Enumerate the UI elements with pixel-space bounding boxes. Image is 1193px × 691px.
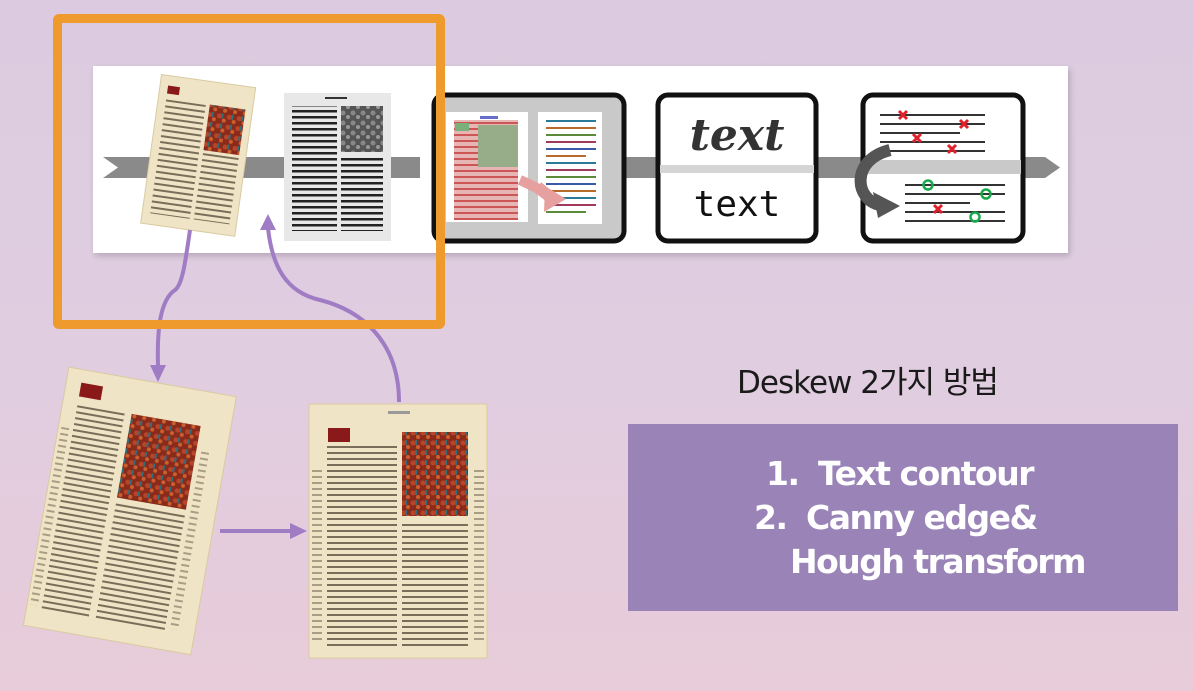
deskew-title: Deskew 2가지 방법: [737, 365, 999, 401]
method-label: Hough transform: [790, 542, 1087, 581]
correction-panel: [854, 92, 1026, 244]
ocr-text-panel: text text: [655, 92, 819, 244]
method-label: Text contour: [818, 454, 1035, 493]
method-item-1: 1. Text contour: [766, 454, 1035, 493]
methods-box: 1. Text contour 2. Canny edge& Hough trans…: [628, 424, 1178, 611]
method-label: Canny edge&: [806, 498, 1038, 537]
method-item-2: 2. Canny edge&: [754, 498, 1038, 537]
layout-analysis-panel: [431, 92, 627, 244]
method-item-2-continued: Hough transform: [790, 542, 1087, 581]
tilted-page-large: [22, 366, 237, 656]
plain-text-glyph: text: [694, 184, 781, 225]
method-number: 2.: [754, 498, 788, 537]
method-number: 1.: [766, 454, 800, 493]
stylized-text-glyph: text: [690, 110, 785, 161]
deskewed-page-large: [308, 403, 488, 659]
highlight-frame: [53, 14, 445, 329]
